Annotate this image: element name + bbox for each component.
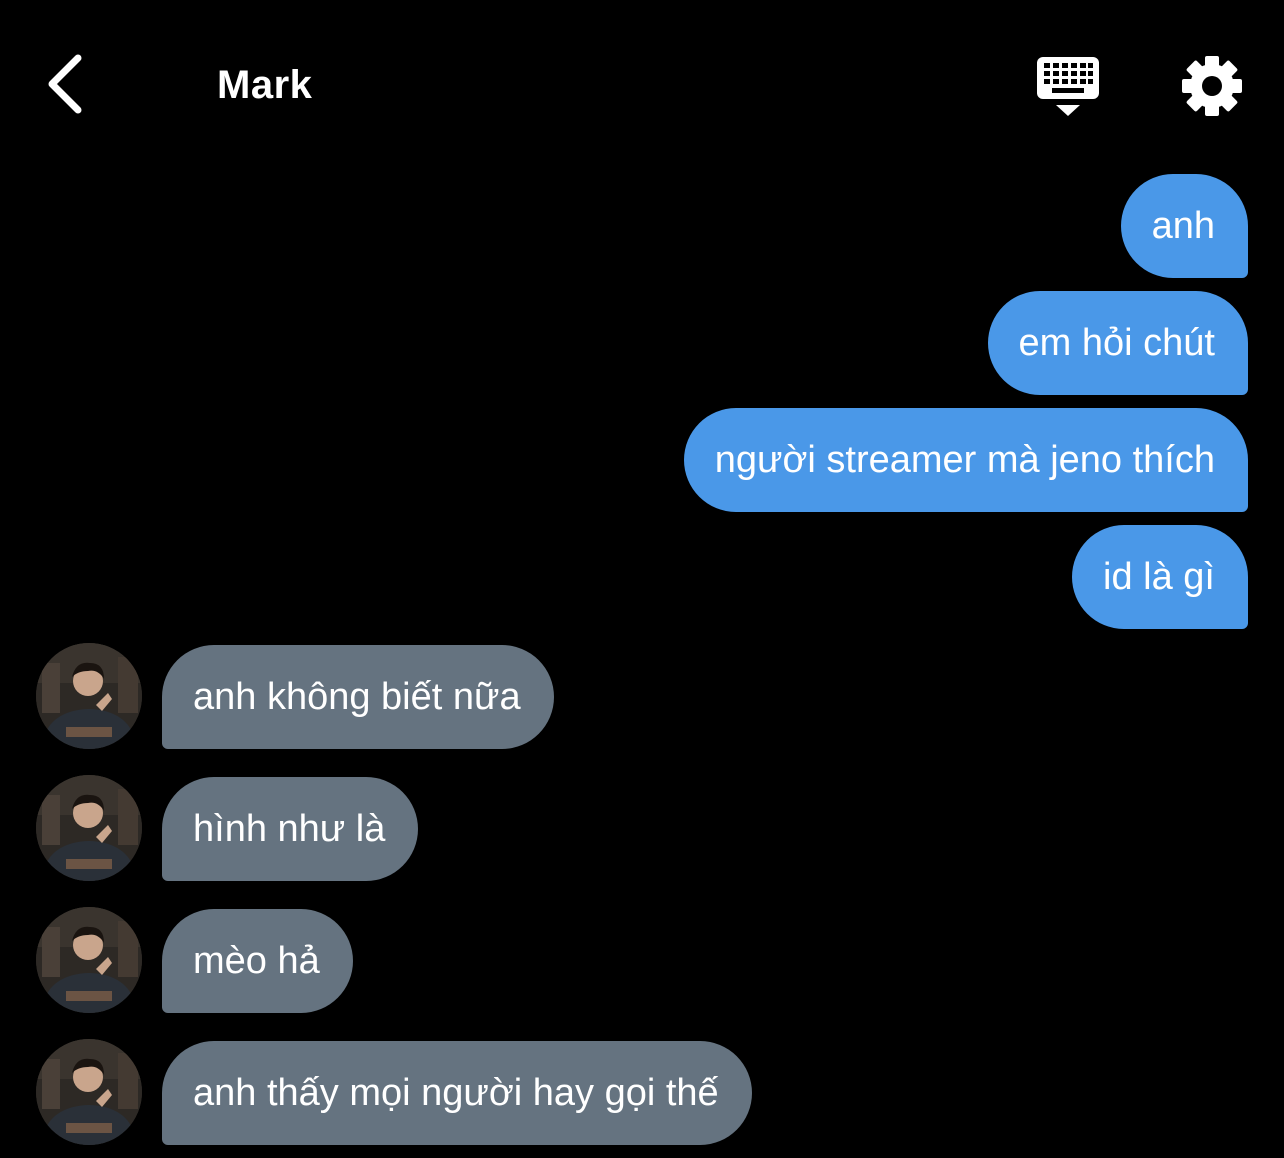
- chevron-left-icon: [48, 54, 82, 114]
- back-button[interactable]: [36, 44, 100, 124]
- keyboard-toggle-button[interactable]: [1030, 50, 1106, 122]
- incoming-message[interactable]: mèo hả: [162, 909, 353, 1013]
- outgoing-message[interactable]: người streamer mà jeno thích: [683, 408, 1248, 512]
- chat-title: Mark: [217, 63, 313, 107]
- avatar-photo: [36, 907, 142, 1013]
- avatar[interactable]: [36, 643, 142, 749]
- avatar[interactable]: [36, 907, 142, 1013]
- incoming-message[interactable]: anh thấy mọi người hay gọi thế: [162, 1041, 752, 1145]
- incoming-message[interactable]: anh không biết nữa: [162, 645, 554, 749]
- avatar[interactable]: [36, 775, 142, 881]
- settings-button[interactable]: [1176, 50, 1248, 122]
- avatar-photo: [36, 1039, 142, 1145]
- outgoing-message[interactable]: anh: [1120, 174, 1248, 278]
- keyboard-icon: [1037, 57, 1099, 116]
- incoming-message[interactable]: hình như là: [162, 777, 419, 881]
- avatar[interactable]: [36, 1039, 142, 1145]
- avatar-photo: [36, 643, 142, 749]
- outgoing-message[interactable]: em hỏi chút: [987, 291, 1248, 395]
- chat-header: Mark: [0, 0, 1284, 160]
- gear-icon: [1182, 56, 1242, 116]
- outgoing-message[interactable]: id là gì: [1072, 525, 1248, 629]
- avatar-photo: [36, 775, 142, 881]
